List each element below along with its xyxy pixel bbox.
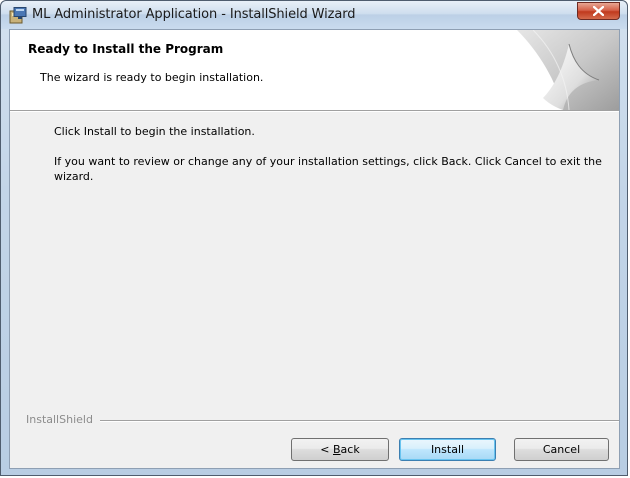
back-button-mnemonic: B — [333, 443, 341, 456]
wizard-header: Ready to Install the Program The wizard … — [10, 30, 619, 110]
info-text: If you want to review or change any of y… — [54, 155, 602, 183]
close-button[interactable] — [577, 2, 620, 20]
close-icon — [593, 6, 604, 16]
installshield-label: InstallShield — [26, 413, 93, 426]
installer-icon — [9, 7, 27, 24]
back-button-label: ack — [340, 443, 360, 456]
instruction-text: Click Install to begin the installation. — [54, 125, 255, 138]
page-curl-banner — [503, 30, 619, 110]
title-bar[interactable]: ML Administrator Application - InstallSh… — [1, 1, 627, 29]
installer-window: ML Administrator Application - InstallSh… — [0, 0, 628, 476]
wizard-body: Ready to Install the Program The wizard … — [9, 29, 620, 469]
window-title: ML Administrator Application - InstallSh… — [32, 7, 356, 22]
header-divider — [10, 110, 619, 112]
footer-divider — [100, 420, 619, 422]
back-button-prefix: < — [320, 443, 333, 456]
cancel-button[interactable]: Cancel — [514, 438, 609, 461]
page-subtitle: The wizard is ready to begin installatio… — [40, 71, 264, 84]
install-button[interactable]: Install — [399, 438, 496, 461]
back-button[interactable]: < Back — [291, 438, 389, 461]
page-title: Ready to Install the Program — [28, 42, 224, 56]
